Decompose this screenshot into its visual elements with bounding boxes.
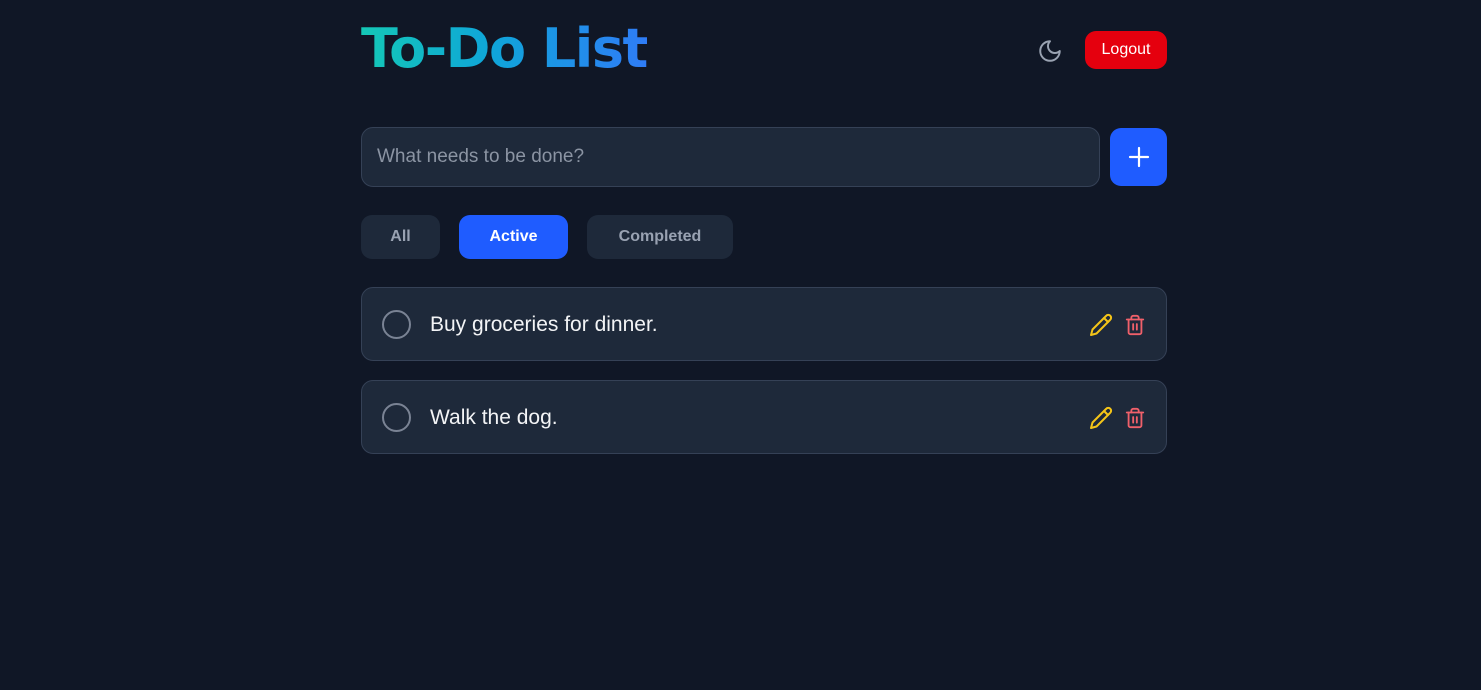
edit-button[interactable]	[1088, 405, 1114, 431]
todo-list: Buy groceries for dinner. Walk the dog.	[361, 287, 1167, 473]
logout-button[interactable]: Logout	[1085, 31, 1167, 69]
add-task-row	[361, 127, 1167, 187]
plus-icon	[1128, 146, 1149, 168]
app-container: To-Do List Logout All Active Completed B…	[361, 0, 1167, 454]
filter-tab-completed[interactable]: Completed	[587, 215, 733, 259]
delete-button[interactable]	[1122, 405, 1148, 431]
trash-icon	[1125, 314, 1145, 336]
new-task-input[interactable]	[361, 127, 1100, 187]
todo-text: Walk the dog.	[430, 406, 558, 429]
header: To-Do List Logout	[361, 0, 1167, 100]
add-task-button[interactable]	[1110, 128, 1167, 186]
theme-toggle-button[interactable]	[1035, 36, 1065, 66]
moon-icon	[1039, 40, 1061, 62]
edit-button[interactable]	[1088, 312, 1114, 338]
pencil-icon	[1090, 313, 1113, 336]
pencil-icon	[1090, 406, 1113, 429]
filter-tab-active[interactable]: Active	[459, 215, 568, 259]
page-title: To-Do List	[361, 17, 648, 80]
todo-text: Buy groceries for dinner.	[430, 313, 658, 336]
complete-checkbox[interactable]	[382, 403, 411, 432]
delete-button[interactable]	[1122, 312, 1148, 338]
trash-icon	[1125, 407, 1145, 429]
todo-item: Walk the dog.	[361, 380, 1167, 454]
todo-item: Buy groceries for dinner.	[361, 287, 1167, 361]
filter-tab-all[interactable]: All	[361, 215, 440, 259]
complete-checkbox[interactable]	[382, 310, 411, 339]
